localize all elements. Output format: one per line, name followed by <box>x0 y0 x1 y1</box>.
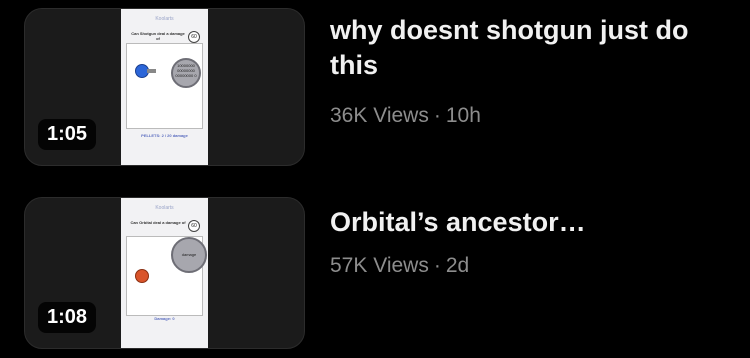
thumbnail-arena: 10000000 00000000 00000000 0 <box>126 43 203 129</box>
thumbnail-caption: Can Orbital deal a damage of <box>130 220 186 225</box>
thumbnail-footer: PELLETS: 2 / 20 damage <box>141 133 188 138</box>
meta-separator: · <box>433 104 441 127</box>
thumbnail-image: Koolarts Can Shotgun deal a damage of 60… <box>121 9 208 165</box>
boss-circle: damage <box>171 237 207 273</box>
thumbnail-caption: Can Shotgun deal a damage of <box>131 31 185 41</box>
player-tank-icon <box>135 269 149 283</box>
upload-age: 10h <box>445 104 481 127</box>
meta-separator: · <box>433 254 441 277</box>
thumbnail-arena: damage <box>126 236 207 316</box>
boss-circle: 10000000 00000000 00000000 0 <box>171 58 201 88</box>
video-thumbnail[interactable]: Koolarts Can Shotgun deal a damage of 60… <box>24 8 305 166</box>
duration-badge: 1:05 <box>38 119 97 150</box>
view-count: 36K Views <box>330 104 429 127</box>
video-meta: 57K Views · 2d <box>330 254 469 278</box>
video-list-item[interactable]: Koolarts Can Shotgun deal a damage of 60… <box>0 0 750 180</box>
upload-age: 2d <box>445 254 470 277</box>
video-title[interactable]: Orbital’s ancestor… <box>330 205 730 240</box>
video-list-item[interactable]: Koolarts Can Orbital deal a damage of 60… <box>0 190 750 358</box>
player-tank-icon <box>135 64 156 78</box>
thumbnail-score: 60 <box>188 220 200 232</box>
video-title[interactable]: why doesnt shotgun just do this <box>330 13 730 83</box>
view-count: 57K Views <box>330 254 429 277</box>
thumbnail-brand: Koolarts <box>155 205 174 211</box>
thumbnail-brand: Koolarts <box>155 16 174 22</box>
video-thumbnail[interactable]: Koolarts Can Orbital deal a damage of 60… <box>24 197 305 349</box>
thumbnail-score: 60 <box>188 31 200 43</box>
video-meta: 36K Views · 10h <box>330 104 481 128</box>
thumbnail-image: Koolarts Can Orbital deal a damage of 60… <box>121 198 208 348</box>
thumbnail-footer: Damage: 0 <box>154 316 175 321</box>
duration-badge: 1:08 <box>38 302 97 333</box>
